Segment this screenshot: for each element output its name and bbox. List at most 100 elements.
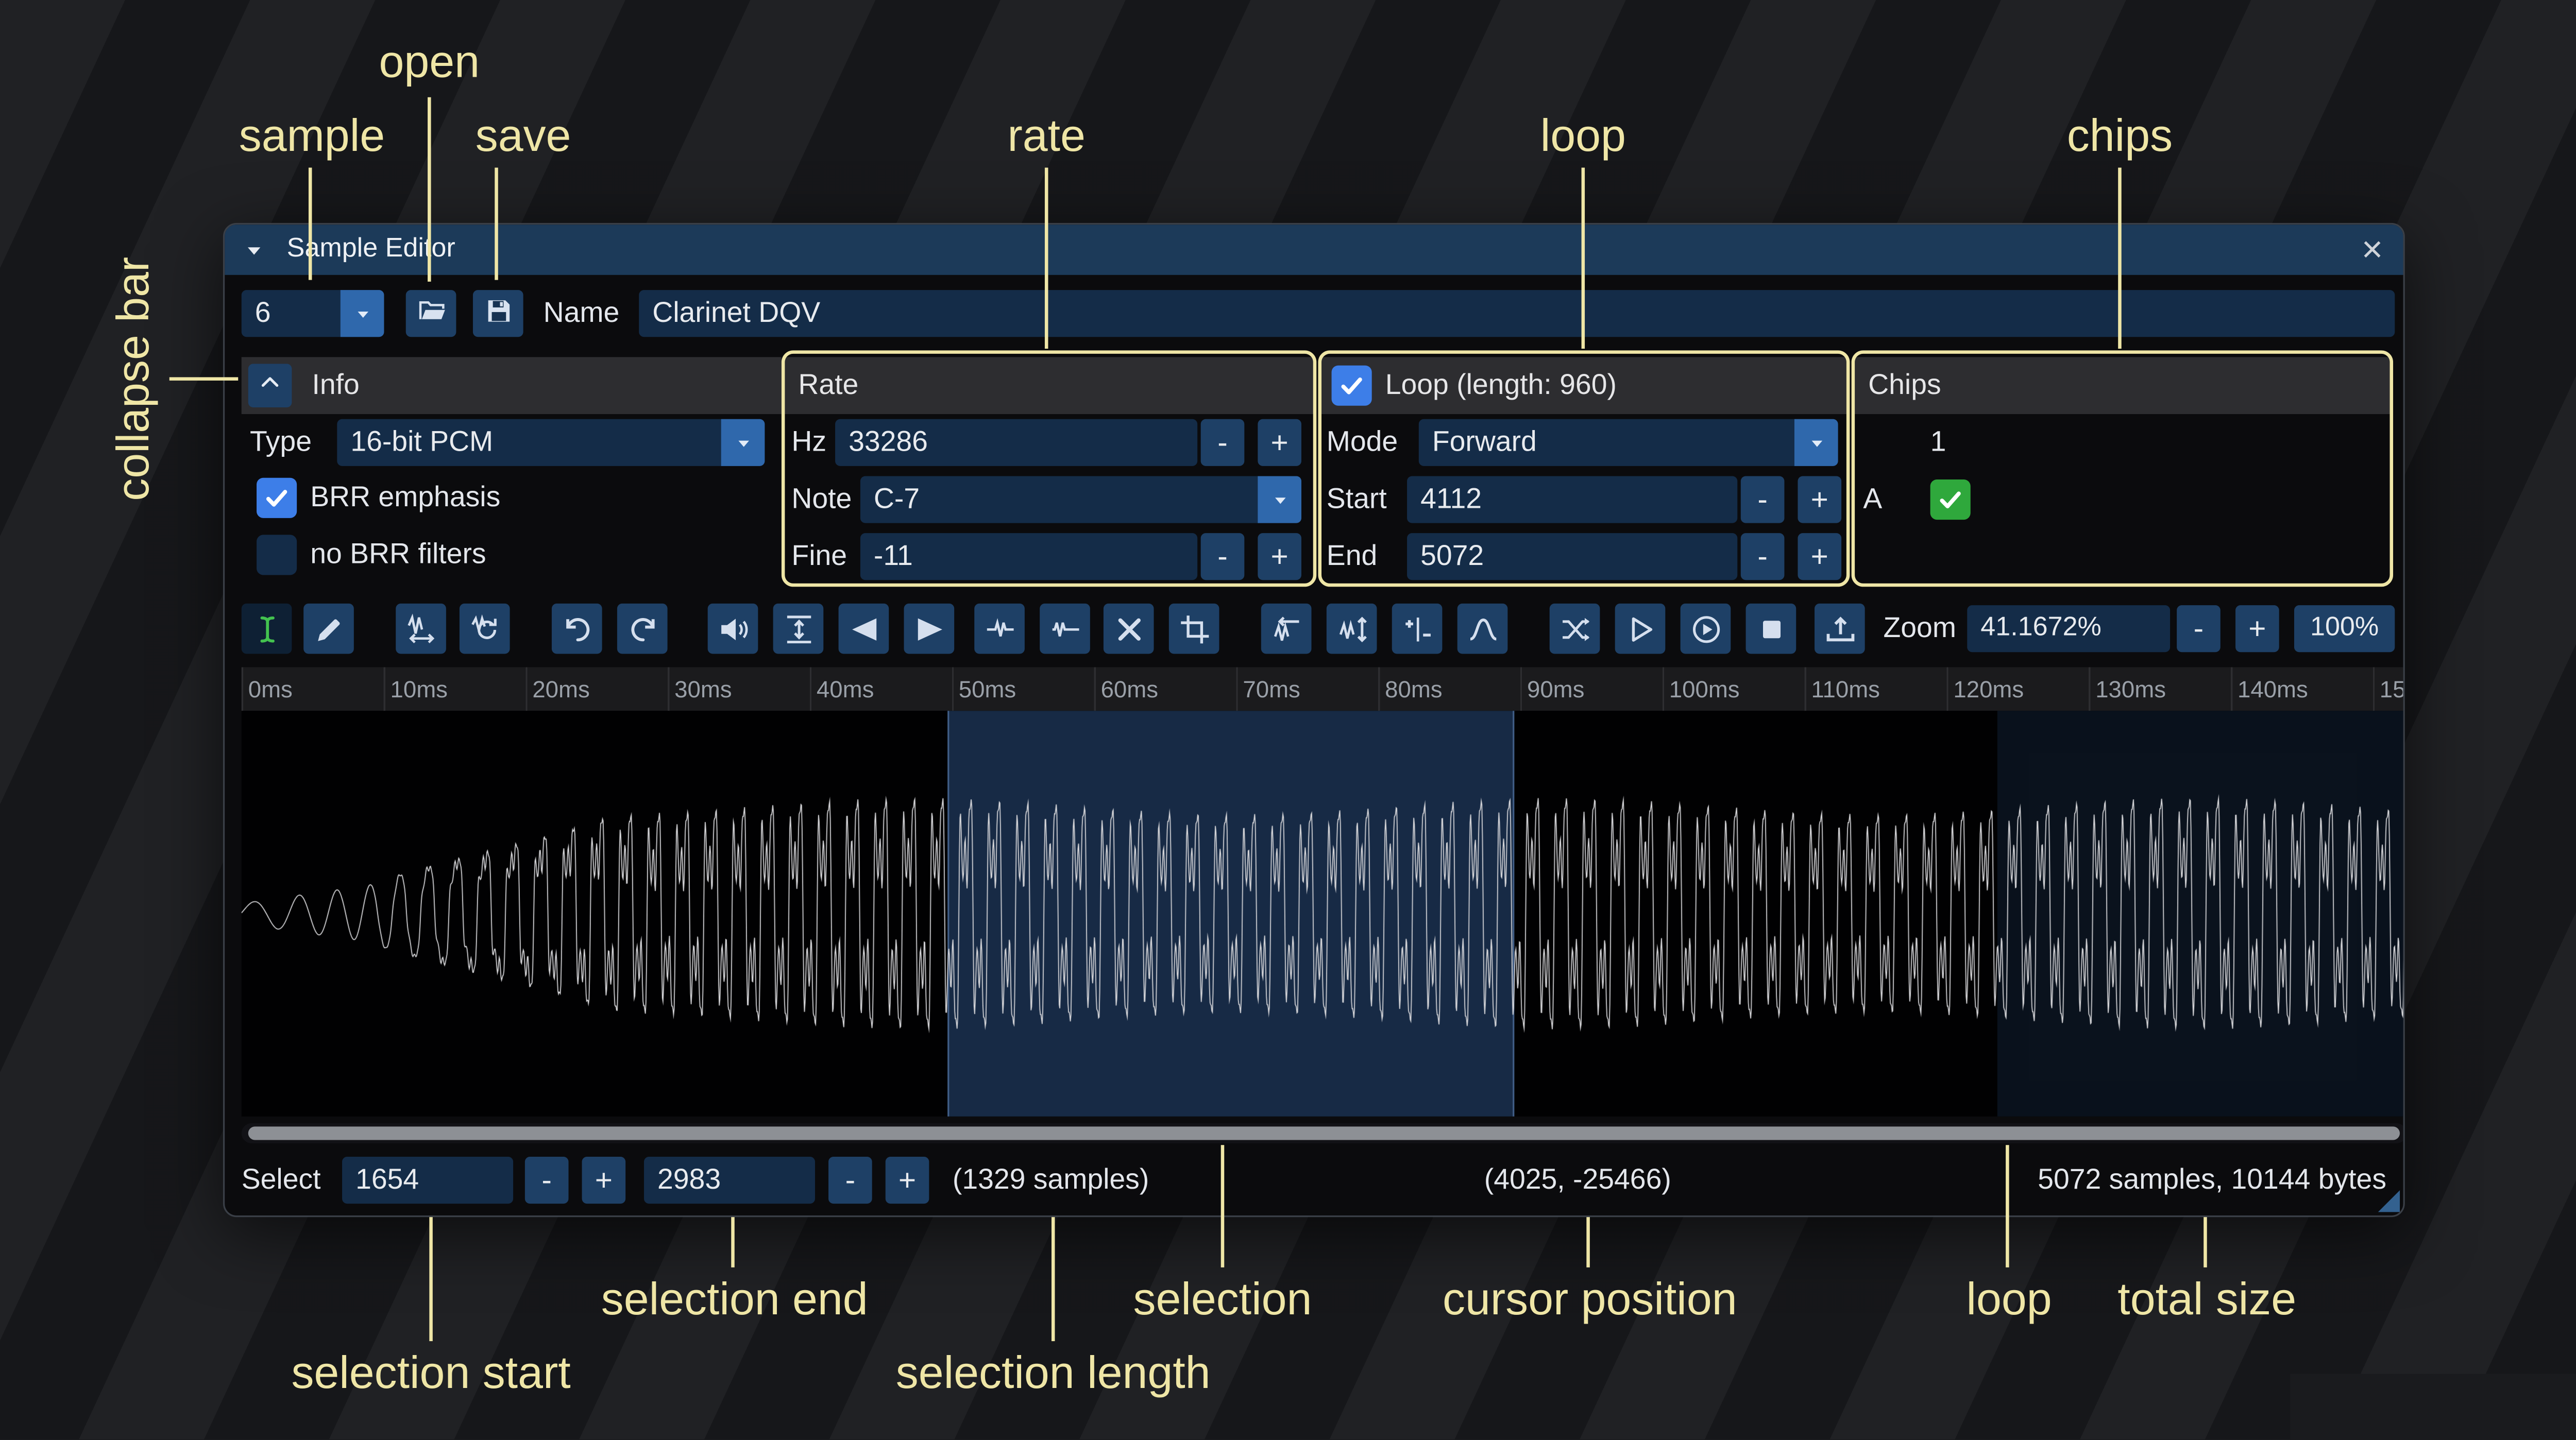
- note-label: Note: [791, 476, 852, 523]
- timeline-ruler[interactable]: 0ms10ms20ms30ms40ms50ms60ms70ms80ms90ms1…: [242, 667, 2405, 711]
- fade-out-icon: [913, 613, 945, 645]
- loop-mode-select[interactable]: Forward: [1419, 419, 1838, 466]
- annotation-selection-length: selection length: [896, 1348, 1211, 1400]
- sample-type-select[interactable]: 16-bit PCM: [337, 419, 765, 466]
- timeline-label: 40ms: [817, 676, 874, 702]
- hz-label: Hz: [791, 419, 826, 466]
- check-icon: [1937, 486, 1964, 513]
- selection-end-increase-button[interactable]: +: [886, 1157, 929, 1204]
- titlebar[interactable]: Sample Editor ×: [225, 225, 2403, 275]
- collapse-info-button[interactable]: [248, 364, 292, 407]
- save-button[interactable]: [473, 290, 523, 337]
- waveform-area[interactable]: [242, 711, 2405, 1117]
- loop-end-increase-button[interactable]: +: [1798, 533, 1841, 580]
- selection-start-input[interactable]: [342, 1157, 513, 1204]
- note-value: C-7: [874, 483, 920, 516]
- timeline-label: 80ms: [1385, 676, 1442, 702]
- normalize-button[interactable]: [773, 604, 824, 654]
- trim-button[interactable]: [1169, 604, 1219, 654]
- i-cursor-icon: [251, 613, 283, 645]
- sample-editor-window: Sample Editor × 6 Name Info Type 16-bit …: [223, 223, 2405, 1217]
- selection-start-increase-button[interactable]: +: [582, 1157, 626, 1204]
- apply-silence-button[interactable]: [1040, 604, 1090, 654]
- chip-a-checkbox[interactable]: [1930, 479, 1971, 520]
- loop-end-input[interactable]: [1407, 533, 1737, 580]
- loop-end-label: End: [1327, 533, 1377, 580]
- sign-convert-button[interactable]: [1392, 604, 1443, 654]
- rate-header: Rate: [785, 357, 1315, 414]
- annotation-line: [1052, 1217, 1055, 1341]
- edit-select-button[interactable]: [242, 604, 292, 654]
- scrollbar-thumb[interactable]: [248, 1126, 2400, 1140]
- sign-convert-icon: [1401, 613, 1433, 645]
- hz-input[interactable]: [835, 419, 1197, 466]
- insert-silence-button[interactable]: [974, 604, 1025, 654]
- stop-button[interactable]: [1746, 604, 1797, 654]
- zoom-input[interactable]: [1967, 605, 2170, 652]
- upload-icon: [1824, 613, 1856, 645]
- loop-start-label: Start: [1327, 476, 1387, 523]
- annotation-cursor-position: cursor position: [1443, 1274, 1737, 1326]
- invert-button[interactable]: [1327, 604, 1377, 654]
- brr-emphasis-label: BRR emphasis: [310, 474, 500, 521]
- crossfade-loop-button[interactable]: [1550, 604, 1600, 654]
- sample-selector[interactable]: 6: [242, 290, 384, 337]
- type-label: Type: [250, 419, 312, 466]
- normalize-icon: [783, 613, 815, 645]
- fine-input[interactable]: [860, 533, 1197, 580]
- selection-start-decrease-button[interactable]: -: [525, 1157, 569, 1204]
- hz-decrease-button[interactable]: -: [1201, 419, 1245, 466]
- preview-button[interactable]: [1615, 604, 1666, 654]
- hz-increase-button[interactable]: +: [1258, 419, 1301, 466]
- open-button[interactable]: [406, 290, 456, 337]
- window-resize-grip[interactable]: [2378, 1190, 2400, 1212]
- fade-in-button[interactable]: [839, 604, 889, 654]
- undo-button[interactable]: [552, 604, 602, 654]
- draw-button[interactable]: [303, 604, 354, 654]
- stop-icon: [1755, 613, 1787, 645]
- loop-header: Loop (length: 960): [1320, 357, 1846, 414]
- selection-end-input[interactable]: [644, 1157, 815, 1204]
- selection-end-decrease-button[interactable]: -: [828, 1157, 872, 1204]
- resample-button[interactable]: [460, 604, 510, 654]
- no-brr-filters-checkbox[interactable]: [257, 535, 297, 575]
- no-brr-filters-label: no BRR filters: [310, 532, 486, 578]
- loop-start-input[interactable]: [1407, 476, 1737, 523]
- selection-length-text: (1329 samples): [953, 1157, 1149, 1204]
- reverse-button[interactable]: [1261, 604, 1312, 654]
- zoom-reset-button[interactable]: 100%: [2294, 605, 2395, 652]
- close-button[interactable]: ×: [2362, 231, 2383, 268]
- play-circle-icon: [1690, 613, 1722, 645]
- loop-end-decrease-button[interactable]: -: [1741, 533, 1785, 580]
- loop-start-decrease-button[interactable]: -: [1741, 476, 1785, 523]
- zoom-out-button[interactable]: -: [2177, 605, 2221, 652]
- zoom-in-button[interactable]: +: [2235, 605, 2279, 652]
- loop-start-increase-button[interactable]: +: [1798, 476, 1841, 523]
- note-select[interactable]: C-7: [860, 476, 1301, 523]
- annotation-loop: loop: [1540, 111, 1626, 163]
- fine-increase-button[interactable]: +: [1258, 533, 1301, 580]
- undo-icon: [561, 613, 593, 645]
- annotation-collapse-bar: collapse bar: [108, 257, 160, 501]
- fine-decrease-button[interactable]: -: [1201, 533, 1245, 580]
- redo-button[interactable]: [617, 604, 668, 654]
- amplify-button[interactable]: [708, 604, 758, 654]
- make-wavetable-button[interactable]: [1815, 604, 1865, 654]
- loop-enable-checkbox[interactable]: [1332, 366, 1372, 406]
- fade-in-icon: [848, 613, 879, 645]
- waveform-canvas[interactable]: [242, 711, 2405, 1117]
- horizontal-scrollbar[interactable]: [242, 1123, 2405, 1143]
- delete-button[interactable]: [1104, 604, 1154, 654]
- play-button[interactable]: [1681, 604, 1731, 654]
- brr-emphasis-checkbox[interactable]: [257, 478, 297, 518]
- name-input[interactable]: [639, 290, 2395, 337]
- window-collapse-icon[interactable]: [243, 239, 265, 261]
- info-header: Info: [242, 357, 782, 414]
- annotation-save: save: [476, 111, 571, 163]
- timeline-label: 120ms: [1953, 676, 2024, 702]
- chip-row-label: A: [1863, 476, 1882, 523]
- reverse-icon: [1270, 613, 1302, 645]
- fade-out-button[interactable]: [904, 604, 954, 654]
- resize-button[interactable]: [396, 604, 446, 654]
- filter-button[interactable]: [1458, 604, 1508, 654]
